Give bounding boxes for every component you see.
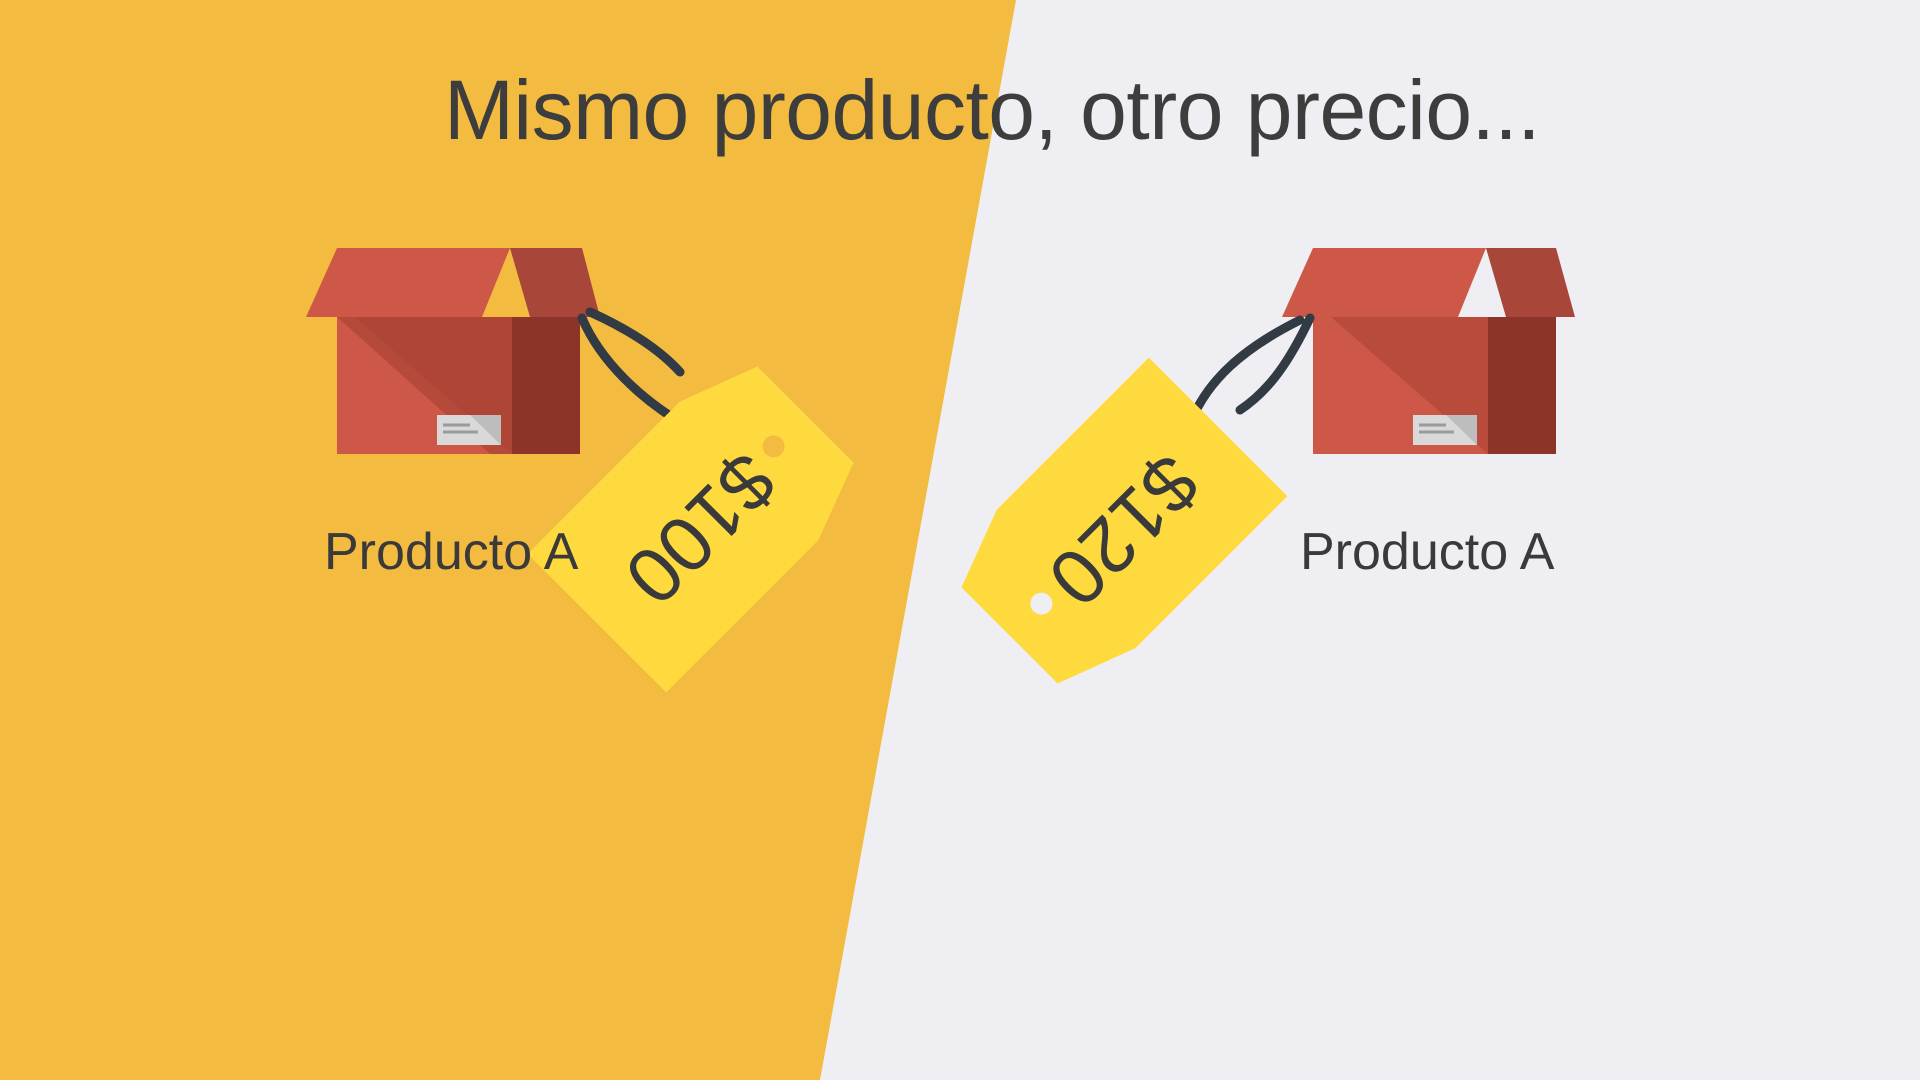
product-label-right: Producto A	[1300, 523, 1555, 581]
slide-title: Mismo producto, otro precio...	[443, 63, 1541, 157]
box-icon	[306, 248, 600, 454]
box-icon	[1282, 248, 1575, 454]
product-label-left: Producto A	[324, 523, 579, 581]
slide-canvas: $100 $120	[0, 0, 1575, 1080]
price-tag-icon: $120	[961, 357, 1288, 684]
